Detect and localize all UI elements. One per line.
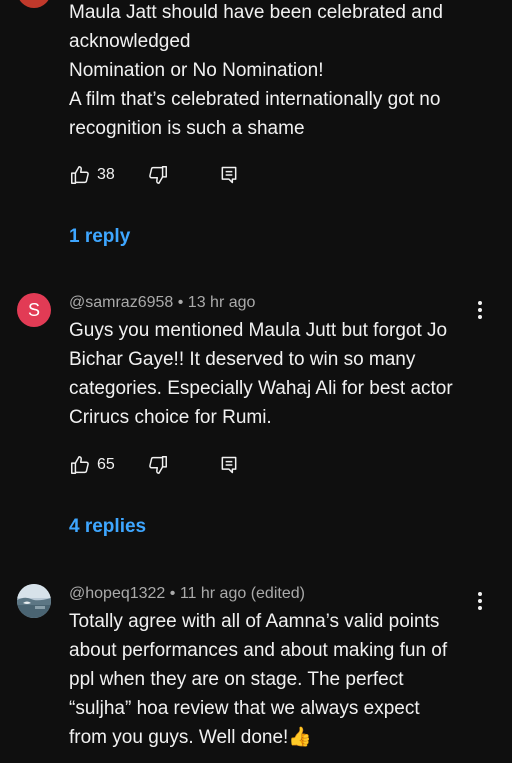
like-count: 38	[97, 166, 115, 183]
avatar[interactable]: S	[17, 293, 51, 327]
avatar[interactable]	[17, 584, 51, 618]
comment-line: about performances and about making fun …	[69, 640, 448, 661]
like-count: 65	[97, 456, 115, 473]
comment-line: Bichar Gaye!! It deserved to win so many	[69, 349, 416, 370]
comment-actions: 65	[69, 453, 239, 477]
reply-button[interactable]	[219, 165, 239, 185]
comment-text: Guys you mentioned Maula Jutt but forgot…	[69, 316, 494, 432]
thumbs-up-icon	[71, 456, 89, 474]
comment-time: 11 hr ago (edited)	[179, 585, 305, 602]
comment-text: Maula Jatt should have been celebrated a…	[69, 0, 494, 143]
comment-line: “suljha” hoa review that we always expec…	[69, 698, 420, 719]
comment-line: Guys you mentioned Maula Jutt but forgot…	[69, 320, 448, 341]
thumbs-up-icon	[71, 166, 89, 184]
author-name[interactable]: @hopeq1322	[69, 585, 165, 602]
reply-icon	[221, 166, 237, 184]
meta-separator: •	[165, 585, 180, 602]
avatar[interactable]	[17, 0, 51, 8]
avatar-letter: S	[27, 299, 40, 320]
comment-line: categories. Especially Wahaj Ali for bes…	[69, 378, 453, 399]
comment-line: Crirucs choice for Rumi.	[69, 407, 272, 428]
comment-line: from you guys. Well done!👍	[69, 727, 312, 748]
like-button[interactable]: 65	[69, 454, 115, 476]
author-name[interactable]: @samraz6958	[69, 294, 173, 311]
thumbs-down-icon	[148, 456, 167, 474]
landscape-avatar-image	[17, 584, 51, 618]
comment-actions: 38	[69, 163, 239, 187]
view-replies-link[interactable]: 1 reply	[69, 226, 130, 248]
comment-line: recognition is such a shame	[69, 118, 305, 139]
dislike-button[interactable]	[147, 454, 169, 476]
comment-line: A film that’s celebrated internationally…	[69, 89, 441, 110]
comment-meta: @samraz6958 • 13 hr ago	[69, 294, 255, 312]
meta-separator: •	[173, 294, 188, 311]
comment-line: ppl when they are on stage. The perfect	[69, 669, 404, 690]
thumbs-down-icon	[148, 166, 167, 184]
reply-icon	[221, 456, 237, 474]
view-replies-link[interactable]: 4 replies	[69, 516, 146, 538]
dislike-button[interactable]	[147, 164, 169, 186]
comment-line: Nomination or No Nomination!	[69, 60, 324, 81]
comment-meta: @hopeq1322 • 11 hr ago (edited)	[69, 585, 305, 603]
comment-line: Totally agree with all of Aamna’s valid …	[69, 611, 440, 632]
reply-button[interactable]	[219, 455, 239, 475]
comment-text: Totally agree with all of Aamna’s valid …	[69, 607, 494, 752]
comment-line: acknowledged	[69, 31, 191, 52]
comment-time: 13 hr ago	[187, 294, 256, 311]
comment-line: Maula Jatt should have been celebrated a…	[69, 2, 443, 23]
like-button[interactable]: 38	[69, 164, 115, 186]
